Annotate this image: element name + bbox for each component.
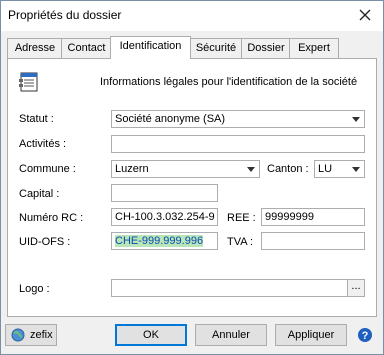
cancel-button[interactable]: Annuler bbox=[195, 324, 267, 346]
help-icon[interactable]: ? bbox=[357, 327, 373, 343]
ree-field[interactable]: 99999999 bbox=[261, 208, 365, 226]
tva-label: TVA : bbox=[227, 236, 254, 248]
commune-select[interactable]: Luzern bbox=[111, 160, 260, 178]
uid-ofs-field[interactable]: CHE-999.999.996 bbox=[111, 232, 218, 250]
identification-panel: Informations légales pour l'identificati… bbox=[7, 58, 377, 317]
capital-field[interactable] bbox=[111, 184, 218, 202]
tab-adresse[interactable]: Adresse bbox=[7, 38, 63, 58]
svg-text:?: ? bbox=[362, 330, 369, 342]
uid-ofs-selected-text: CHE-999.999.996 bbox=[115, 235, 204, 247]
canton-label: Canton : bbox=[267, 163, 309, 175]
logo-label: Logo : bbox=[19, 283, 50, 295]
capital-label: Capital : bbox=[19, 188, 60, 200]
window-title: Propriétés du dossier bbox=[8, 8, 122, 22]
chevron-down-icon[interactable] bbox=[348, 161, 364, 177]
canton-select[interactable]: LU bbox=[314, 160, 365, 178]
zefix-button[interactable]: zefix bbox=[5, 324, 57, 346]
register-book-icon bbox=[19, 72, 38, 92]
commune-label: Commune : bbox=[19, 163, 76, 175]
tab-expert[interactable]: Expert bbox=[289, 38, 339, 58]
tab-securite[interactable]: Sécurité bbox=[189, 38, 243, 58]
close-icon[interactable] bbox=[357, 7, 373, 23]
activites-field[interactable] bbox=[111, 135, 365, 153]
ree-label: REE : bbox=[227, 212, 256, 224]
tab-identification[interactable]: Identification bbox=[110, 36, 191, 59]
tab-contact[interactable]: Contact bbox=[61, 38, 112, 58]
logo-browse-button[interactable]: ... bbox=[347, 280, 364, 296]
chevron-down-icon[interactable] bbox=[348, 111, 364, 127]
tva-field[interactable] bbox=[261, 232, 365, 250]
properties-dialog: Propriétés du dossier Adresse Contact Id… bbox=[0, 0, 384, 355]
logo-field[interactable]: ... bbox=[111, 279, 365, 297]
uid-ofs-label: UID-OFS : bbox=[19, 236, 71, 248]
numero-rc-label: Numéro RC : bbox=[19, 212, 84, 224]
section-header: Informations légales pour l'identificati… bbox=[100, 76, 358, 88]
activites-label: Activités : bbox=[19, 138, 67, 150]
globe-icon bbox=[11, 328, 25, 342]
statut-label: Statut : bbox=[19, 113, 54, 125]
statut-select[interactable]: Société anonyme (SA) bbox=[111, 110, 365, 128]
ok-button[interactable]: OK bbox=[115, 324, 187, 346]
tab-dossier[interactable]: Dossier bbox=[241, 38, 291, 58]
title-bar: Propriétés du dossier bbox=[1, 1, 383, 31]
chevron-down-icon[interactable] bbox=[243, 161, 259, 177]
zefix-label: zefix bbox=[30, 329, 53, 341]
apply-button[interactable]: Appliquer bbox=[275, 324, 347, 346]
numero-rc-field[interactable]: CH-100.3.032.254-9 bbox=[111, 208, 218, 226]
